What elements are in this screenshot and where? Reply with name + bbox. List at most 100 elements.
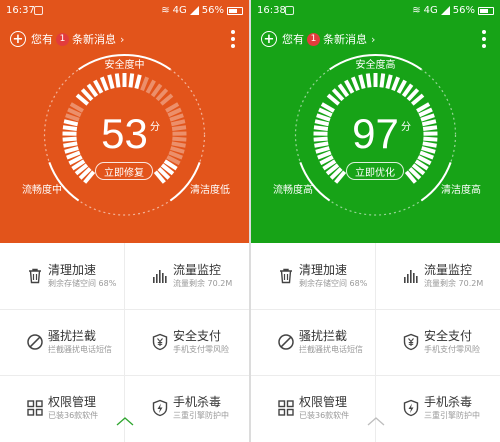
score-unit: 分 (401, 122, 411, 133)
more-menu-icon[interactable] (482, 30, 486, 48)
tile-title: 清理加速 (299, 263, 348, 277)
tile-subtitle: 三重引擎防护中 (173, 411, 229, 420)
shield-yen-icon (400, 331, 422, 353)
network-type: 4G (423, 5, 438, 16)
tile-title: 手机杀毒 (173, 395, 222, 409)
bars-icon (400, 265, 422, 287)
tile-title: 权限管理 (48, 395, 97, 409)
top-gauge-bar (350, 76, 360, 92)
feature-tile[interactable]: 骚扰拦截 拦截骚扰电话短信 (0, 309, 124, 375)
notice-text: 条新消息 (72, 33, 116, 46)
tile-title: 权限管理 (299, 395, 348, 409)
top-gauge-bar (86, 83, 99, 98)
top-gauge-bar (145, 79, 156, 94)
feature-tile[interactable]: 手机杀毒 三重引擎防护中 (376, 375, 500, 441)
top-gauge-bar (140, 76, 150, 92)
status-time: 16:37 (6, 5, 35, 16)
tile-subtitle: 剩余存储空间 68% (299, 279, 368, 288)
trash-icon (24, 265, 46, 287)
top-gauge-bar (128, 73, 135, 88)
top-gauge-bar (391, 76, 401, 92)
network-type: 4G (172, 5, 187, 16)
block-icon (24, 331, 46, 353)
feature-tile[interactable]: 流量监控 流量剩余 70.2M (376, 243, 500, 309)
top-gauge-bar (150, 83, 163, 98)
tile-title: 清理加速 (48, 263, 97, 277)
action-button[interactable]: 立即优化 (346, 162, 404, 180)
score-value: 53 (101, 110, 148, 157)
notice-count-badge: 1 (307, 32, 320, 46)
chevron-up-icon[interactable] (367, 416, 385, 426)
block-icon (275, 331, 297, 353)
feature-tile[interactable]: 权限管理 已装36款软件 (0, 375, 124, 441)
wifi-icon: ≋ (412, 5, 421, 16)
gauge-right-label: 清洁度低 (190, 185, 230, 196)
tile-subtitle: 拦截骚扰电话短信 (48, 345, 112, 354)
feature-tile[interactable]: 手机杀毒 三重引擎防护中 (125, 375, 249, 441)
tile-title: 安全支付 (173, 329, 222, 343)
top-gauge-bar (365, 73, 372, 88)
chevron-up-icon[interactable] (116, 416, 134, 426)
bars-icon (149, 265, 171, 287)
action-button[interactable]: 立即修复 (95, 162, 153, 180)
add-icon: + (261, 31, 277, 47)
tile-subtitle: 拦截骚扰电话短信 (299, 345, 363, 354)
tile-subtitle: 手机支付零风险 (173, 345, 229, 354)
top-gauge-bar (134, 74, 142, 89)
message-notice[interactable]: + 您有 1 条新消息 › (261, 30, 375, 48)
top-gauge-bar (385, 74, 393, 89)
grid-icon (24, 397, 46, 419)
status-bar: 16:37 ≋ 4G 56% (0, 0, 249, 22)
feature-tile[interactable]: 清理加速 剩余存储空间 68% (0, 243, 124, 309)
tile-subtitle: 流量剩余 70.2M (173, 279, 233, 288)
score-unit: 分 (150, 122, 160, 133)
top-gauge-bar (401, 83, 414, 98)
tile-title: 流量监控 (173, 263, 222, 277)
tile-subtitle: 流量剩余 70.2M (424, 279, 484, 288)
status-hero-panel: 16:37 ≋ 4G 56% + 您有 1 条新消息 › 安全度中 流畅度中 清… (0, 0, 249, 243)
feature-tile[interactable]: 流量监控 流量剩余 70.2M (125, 243, 249, 309)
notice-prefix: 您有 (282, 33, 304, 46)
add-icon: + (10, 31, 26, 47)
gauge-top-label: 安全度高 (355, 60, 396, 71)
tile-title: 流量监控 (424, 263, 473, 277)
top-gauge-bar (379, 73, 386, 88)
chevron-right-icon: › (120, 32, 125, 46)
battery-percent: 56% (452, 5, 475, 16)
phone-screen-right: 16:38 ≋ 4G 56% + 您有 1 条新消息 › 安全度高 流畅度高 清… (251, 0, 500, 442)
top-gauge-bar (114, 73, 121, 88)
feature-tile[interactable]: 清理加速 剩余存储空间 68% (251, 243, 375, 309)
tile-title: 骚扰拦截 (48, 329, 97, 343)
top-gauge-bar (107, 74, 115, 89)
feature-tile[interactable]: 骚扰拦截 拦截骚扰电话短信 (251, 309, 375, 375)
top-gauge-bar (396, 79, 407, 94)
gauge-left-label: 流畅度中 (22, 185, 62, 196)
notice-count-badge: 1 (56, 32, 69, 46)
status-indicators: ≋ 4G 56% (161, 5, 243, 16)
feature-tile[interactable]: 安全支付 手机支付零风险 (125, 309, 249, 375)
chevron-right-icon: › (371, 32, 376, 46)
top-gauge-bar (337, 83, 350, 98)
notification-icon (285, 6, 294, 15)
feature-tile[interactable]: 安全支付 手机支付零风险 (376, 309, 500, 375)
tile-subtitle: 已装36款软件 (299, 411, 350, 420)
tile-title: 骚扰拦截 (299, 329, 348, 343)
signal-icon (189, 6, 199, 15)
top-gauge-bar (344, 79, 355, 94)
more-menu-icon[interactable] (231, 30, 235, 48)
phone-screen-left: 16:37 ≋ 4G 56% + 您有 1 条新消息 › 安全度中 流畅度中 清… (0, 0, 249, 442)
message-notice[interactable]: + 您有 1 条新消息 › (10, 30, 124, 48)
gauge-top-label: 安全度中 (104, 60, 145, 71)
top-gauge-bar (358, 74, 366, 89)
gauge-right-label: 清洁度高 (441, 185, 481, 196)
feature-grid: 清理加速 剩余存储空间 68% 流量监控 流量剩余 70.2M 骚扰拦截 拦截骚… (251, 243, 500, 442)
signal-icon (440, 6, 450, 15)
shield-yen-icon (149, 331, 171, 353)
feature-tile[interactable]: 权限管理 已装36款软件 (251, 375, 375, 441)
tile-title: 手机杀毒 (424, 395, 473, 409)
status-hero-panel: 16:38 ≋ 4G 56% + 您有 1 条新消息 › 安全度高 流畅度高 清… (251, 0, 500, 243)
tile-title: 安全支付 (424, 329, 473, 343)
top-gauge-bar (93, 79, 104, 94)
battery-icon (478, 6, 494, 15)
score-value: 97 (352, 110, 399, 157)
